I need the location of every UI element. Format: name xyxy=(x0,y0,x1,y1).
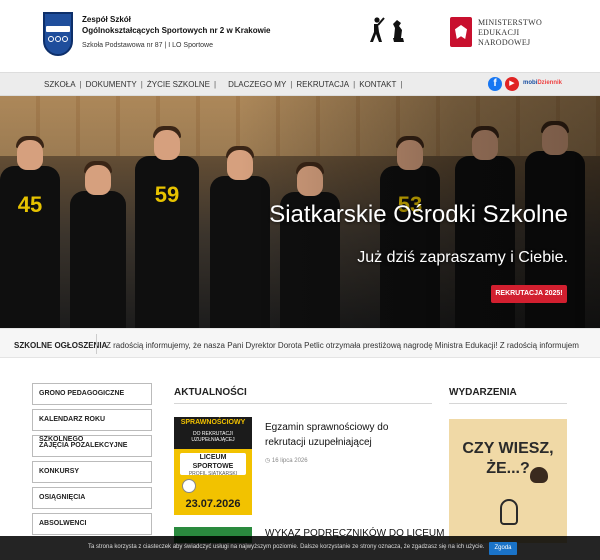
sidebar: GRONO PEDAGOGICZNE KALENDARZ ROKU SZKOLN… xyxy=(32,383,152,539)
article-date: ◷ 16 lipca 2026 xyxy=(265,458,308,464)
sidebar-item-kalendarz[interactable]: KALENDARZ ROKU SZKOLNEGO xyxy=(32,409,152,443)
divider xyxy=(449,403,567,404)
event-card[interactable]: CZY WIESZ, ŻE...? xyxy=(449,419,567,543)
nav-item-szkola[interactable]: SZKOŁA xyxy=(44,80,76,89)
sidebar-item-absolwenci[interactable]: ABSOLWENCI xyxy=(32,513,152,535)
events-heading: WYDARZENIA xyxy=(449,387,517,398)
youtube-icon[interactable]: ▶ xyxy=(505,77,519,91)
ministry-line3: NARODOWEJ xyxy=(478,38,531,47)
olympic-rings-icon xyxy=(48,36,68,42)
mobidziennik-part2: Dziennik xyxy=(537,80,563,86)
school-logo[interactable] xyxy=(43,12,73,56)
school-name-line2: Ogólnokształcących Sportowych nr 2 w Kra… xyxy=(82,26,271,35)
announcements-bar: SZKOLNE OGŁOSZENIA Z radością informujem… xyxy=(0,328,600,358)
school-name-line3: Szkoła Podstawowa nr 87 | I LO Sportowe xyxy=(82,42,213,49)
nav-item-dlaczego-my[interactable]: DLACZEGO MY xyxy=(228,80,286,89)
sidebar-item-zajecia-pozalekcyjne[interactable]: ZAJĘCIA POZALEKCYJNE xyxy=(32,435,152,457)
announcements-ticker[interactable]: Z radością informujemy, że nasza Pani Dy… xyxy=(106,341,596,350)
cookie-text: Ta strona korzysta z ciasteczek aby świa… xyxy=(88,544,485,550)
facebook-icon[interactable]: f xyxy=(488,77,502,91)
hero-player: 45 xyxy=(0,136,60,328)
article-date-text: 16 lipca 2026 xyxy=(271,458,308,464)
hero-player: 59 xyxy=(135,126,199,328)
page: Zespół Szkół Ogólnokształcących Sportowy… xyxy=(0,0,600,560)
hero-title: Siatkarskie Ośrodki Szkolne xyxy=(269,201,568,228)
nav-item-zycie-szkolne[interactable]: ŻYCIE SZKOLNE xyxy=(147,80,210,89)
nav-separator: | xyxy=(400,80,403,89)
article-thumbnail[interactable]: SPRAWNOŚCIOWY DO REKRUTACJI UZUPEŁNIAJĄC… xyxy=(174,417,252,515)
ministry-line2: EDUKACJI xyxy=(478,28,520,37)
sidebar-item-konkursy[interactable]: KONKURSY xyxy=(32,461,152,483)
lightbulb-icon xyxy=(500,499,518,525)
school-name-line1: Zespół Szkół xyxy=(82,15,131,24)
nav-spacer xyxy=(220,80,228,89)
sidebar-item-grono-pedagogiczne[interactable]: GRONO PEDAGOGICZNE xyxy=(32,383,152,405)
volleyball-chess-icon xyxy=(370,17,404,42)
nav-separator: | xyxy=(140,80,143,89)
jersey-number: 59 xyxy=(154,182,180,207)
nav-item-rekrutacja[interactable]: REKRUTACJA xyxy=(296,80,349,89)
hero-player xyxy=(70,161,126,328)
mobidziennik-part1: mobi xyxy=(523,80,538,86)
ministry-line1: MINISTERSTWO xyxy=(478,18,543,27)
volleyball-icon xyxy=(182,479,196,493)
brain-icon xyxy=(530,467,548,483)
news-heading: AKTUALNOŚCI xyxy=(174,387,247,398)
divider xyxy=(174,403,432,404)
poster-band-title: LICEUM SPORTOWE xyxy=(192,454,234,470)
event-card-text: CZY WIESZ, ŻE...? xyxy=(462,440,554,477)
announcements-label: SZKOLNE OGŁOSZENIA xyxy=(14,341,108,350)
recruitment-button[interactable]: REKRUTACJA 2025! xyxy=(491,285,567,303)
article-title[interactable]: Egzamin sprawnościowy do rekrutacji uzup… xyxy=(265,420,425,450)
nav-menu: SZKOŁA | DOKUMENTY | ŻYCIE SZKOLNE | DLA… xyxy=(44,80,406,89)
poster-date: 23.07.2026 xyxy=(185,498,241,510)
school-name: Zespół Szkół Ogólnokształcących Sportowy… xyxy=(82,14,282,49)
poster-subtitle: DO REKRUTACJI UZUPEŁNIAJĄCEJ xyxy=(191,431,235,443)
jersey-number: 45 xyxy=(17,192,43,217)
nav-item-dokumenty[interactable]: DOKUMENTY xyxy=(86,80,137,89)
nav-item-kontakt[interactable]: KONTAKT xyxy=(359,80,396,89)
main-nav: SZKOŁA | DOKUMENTY | ŻYCIE SZKOLNE | DLA… xyxy=(0,72,600,96)
polish-eagle-icon xyxy=(450,17,472,47)
nav-separator: | xyxy=(290,80,293,89)
nav-separator: | xyxy=(213,80,217,89)
ministry-logo[interactable]: MINISTERSTWO EDUKACJI NARODOWEJ xyxy=(450,17,550,51)
site-header: Zespół Szkół Ogólnokształcących Sportowy… xyxy=(0,0,600,72)
hero-subtitle: Już dziś zapraszamy i Ciebie. xyxy=(357,249,568,266)
nav-separator: | xyxy=(79,80,82,89)
poster-band: LICEUM SPORTOWE PROFIL SIATKARSKI xyxy=(180,453,246,477)
logo-banner xyxy=(46,26,70,32)
ministry-name: MINISTERSTWO EDUKACJI NARODOWEJ xyxy=(478,18,542,48)
poster-band-subtitle: PROFIL SIATKARSKI xyxy=(188,471,238,477)
cookie-banner: Ta strona korzysta z ciasteczek aby świa… xyxy=(0,536,600,560)
nav-separator: | xyxy=(353,80,356,89)
poster-title: SPRAWNOŚCIOWY xyxy=(180,419,246,426)
divider xyxy=(96,334,97,354)
cookie-accept-button[interactable]: Zgoda xyxy=(489,542,517,555)
mobidziennik-link[interactable]: mobiDziennik xyxy=(523,80,562,86)
sidebar-item-osiagniecia[interactable]: OSIĄGNIĘCIA xyxy=(32,487,152,509)
